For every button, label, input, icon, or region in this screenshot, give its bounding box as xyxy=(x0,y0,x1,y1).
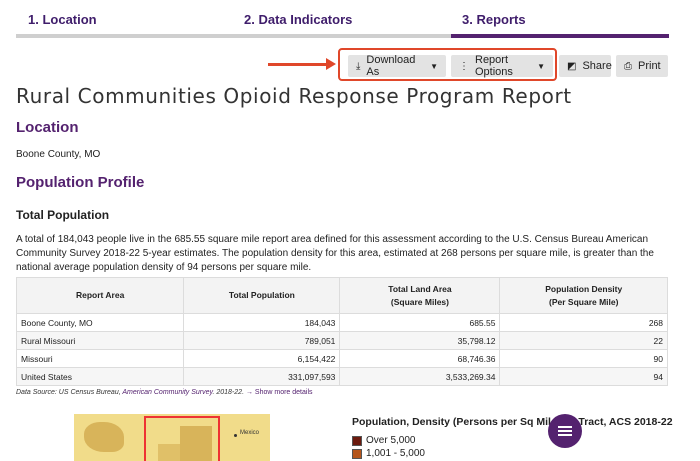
table-cell: 268 xyxy=(499,313,668,332)
table-cell: 685.55 xyxy=(339,313,501,332)
map-legend-title: Population, Density (Persons per Sq Mile… xyxy=(352,416,673,428)
legend-swatch xyxy=(352,435,362,446)
table-cell: 6,154,422 xyxy=(183,349,341,368)
print-label: Print xyxy=(638,60,661,72)
table-row: Missouri 6,154,422 68,746.36 90 xyxy=(15,349,668,368)
kebab-icon: ⋮ xyxy=(459,60,469,72)
table-cell: Rural Missouri xyxy=(15,331,185,350)
share-label: Share xyxy=(582,60,612,72)
table-row: Rural Missouri 789,051 35,798.12 22 xyxy=(15,331,668,350)
table-header-cell: Report Area xyxy=(15,277,185,314)
floating-menu-button[interactable] xyxy=(548,414,582,448)
step-data-indicators[interactable]: 2. Data Indicators xyxy=(244,0,352,36)
share-button[interactable]: ◩ Share xyxy=(559,55,612,77)
location-value: Boone County, MO xyxy=(16,149,101,160)
legend-item: 1,001 - 5,000 xyxy=(352,448,425,459)
table-header-cell: Total Population xyxy=(183,277,341,314)
acs-source-link[interactable]: American Community Survey xyxy=(122,389,212,396)
table-cell: 184,043 xyxy=(183,313,341,332)
table-cell: Boone County, MO xyxy=(15,313,185,332)
legend-swatch xyxy=(352,448,362,459)
table-cell: 35,798.12 xyxy=(339,331,501,350)
show-more-details-link[interactable]: → Show more details xyxy=(246,389,313,396)
total-population-paragraph: A total of 184,043 people live in the 68… xyxy=(16,234,654,273)
population-density-map[interactable]: Mexico xyxy=(74,414,270,461)
table-cell: 789,051 xyxy=(183,331,341,350)
step-tabs: 1. Location 2. Data Indicators 3. Report… xyxy=(16,0,669,40)
download-as-label: Download As xyxy=(366,54,416,78)
print-icon: ⎙ xyxy=(624,60,632,72)
share-icon: ◩ xyxy=(567,60,577,72)
data-source-note: Data Source: US Census Bureau, American … xyxy=(16,389,313,396)
table-header-row: Report Area Total Population Total Land … xyxy=(15,277,668,314)
table-cell: 3,533,269.34 xyxy=(339,367,501,386)
table-cell: Missouri xyxy=(15,349,185,368)
table-cell: 331,097,593 xyxy=(183,367,341,386)
annotation-arrow xyxy=(268,58,336,70)
chevron-down-icon: ▼ xyxy=(537,61,545,71)
download-icon: ⤓ xyxy=(356,60,361,72)
total-population-heading: Total Population xyxy=(16,208,110,222)
report-options-label: Report Options xyxy=(475,54,513,78)
table-cell: 90 xyxy=(499,349,668,368)
download-as-button[interactable]: ⤓ Download As ▼ xyxy=(348,54,446,78)
report-options-button[interactable]: ⋮ Report Options ▼ xyxy=(451,54,553,78)
step-reports[interactable]: 3. Reports xyxy=(462,0,526,36)
table-row: United States 331,097,593 3,533,269.34 9… xyxy=(15,367,668,386)
map-tract xyxy=(84,422,124,452)
step-progress-segment xyxy=(233,34,451,38)
table-header-cell: Total Land Area (Square Miles) xyxy=(339,277,501,314)
table-cell: 22 xyxy=(499,331,668,350)
chevron-down-icon: ▼ xyxy=(430,61,438,71)
step-location[interactable]: 1. Location xyxy=(28,0,97,36)
step-progress-segment-active xyxy=(451,34,669,38)
table-row: Boone County, MO 184,043 685.55 268 xyxy=(15,313,668,332)
location-heading: Location xyxy=(16,119,79,136)
table-cell: United States xyxy=(15,367,185,386)
step-progress-segment xyxy=(16,34,233,38)
map-city-label: Mexico xyxy=(240,430,260,436)
report-title: Rural Communities Opioid Response Progra… xyxy=(16,84,572,108)
table-cell: 94 xyxy=(499,367,668,386)
legend-item: Over 5,000 xyxy=(352,435,415,446)
population-profile-heading: Population Profile xyxy=(16,174,145,191)
print-button[interactable]: ⎙ Print xyxy=(616,55,668,77)
population-table: Report Area Total Population Total Land … xyxy=(15,277,668,386)
boone-county-outline xyxy=(144,416,220,461)
table-cell: 68,746.36 xyxy=(339,349,501,368)
city-marker xyxy=(234,434,237,437)
hamburger-menu-icon xyxy=(558,426,572,436)
table-header-cell: Population Density (Per Square Mile) xyxy=(499,277,668,314)
